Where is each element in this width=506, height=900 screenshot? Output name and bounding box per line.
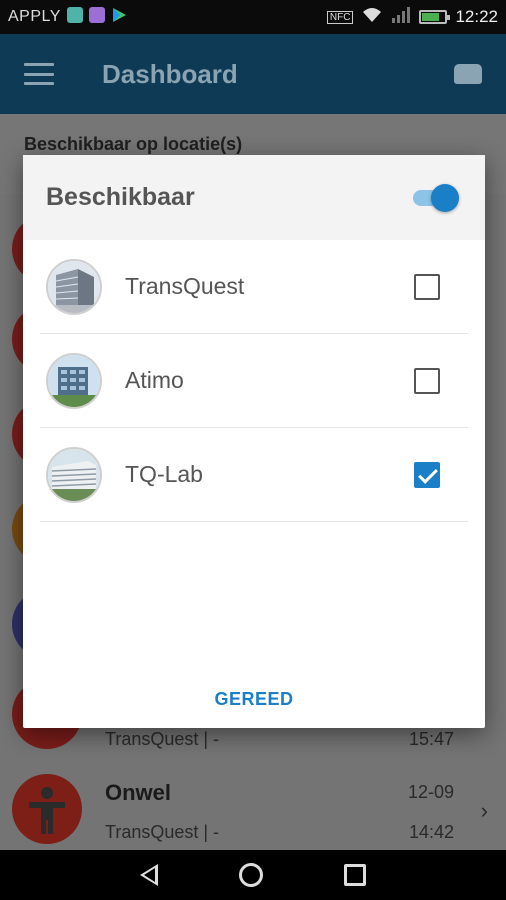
clock: 12:22 <box>455 7 498 26</box>
status-bar: APPLY NFC 12:22 <box>0 0 506 34</box>
list-item-time: 15:47 <box>408 729 454 749</box>
app-bar: Dashboard <box>0 34 506 114</box>
location-checkbox-tq-lab[interactable] <box>414 461 440 488</box>
play-store-icon <box>111 7 127 28</box>
carrier-label: APPLY <box>8 8 61 25</box>
signal-icon <box>391 6 411 28</box>
wifi-icon <box>361 6 383 29</box>
dialog-title: Beschikbaar <box>46 183 195 211</box>
app-icon-teal <box>66 6 83 23</box>
location-checkbox-transquest[interactable] <box>414 273 440 300</box>
building-icon <box>46 446 102 503</box>
system-nav-bar <box>0 850 506 900</box>
building-icon <box>46 352 102 409</box>
list-item[interactable]: TransQuest | - 15:47 <box>0 724 506 764</box>
availability-toggle[interactable] <box>413 183 459 212</box>
location-item-tq-lab[interactable]: TQ-Lab <box>40 428 468 522</box>
toggle-thumb <box>431 183 459 212</box>
location-checkbox-atimo[interactable] <box>414 367 440 394</box>
location-name: Atimo <box>125 367 184 393</box>
availability-header-label: Beschikbaar op locatie(s) <box>24 134 243 154</box>
page-title: Dashboard <box>102 58 238 89</box>
home-icon[interactable] <box>238 863 263 887</box>
car-icon[interactable] <box>454 64 482 84</box>
list-item-subtitle: TransQuest | - <box>105 729 220 749</box>
chevron-right-icon: › <box>480 798 488 823</box>
availability-dialog: Beschikbaar TransQuest Atimo TQ-Lab GERE… <box>23 155 485 728</box>
nfc-icon: NFC <box>326 10 354 24</box>
list-item-subtitle: TransQuest | - <box>105 822 220 842</box>
location-item-transquest[interactable]: TransQuest <box>40 240 468 334</box>
list-item-title: Onwel <box>105 780 172 805</box>
list-item-date: 12-09 <box>407 782 454 802</box>
building-icon <box>46 258 102 315</box>
back-icon[interactable] <box>140 864 159 886</box>
location-name: TransQuest <box>125 273 245 299</box>
hamburger-icon[interactable] <box>24 63 54 85</box>
location-name: TQ-Lab <box>125 461 203 487</box>
app-icon-purple <box>88 6 105 23</box>
location-item-atimo[interactable]: Atimo <box>40 334 468 428</box>
done-button[interactable]: GEREED <box>23 689 485 710</box>
notification-icons <box>66 6 127 28</box>
dialog-header: Beschikbaar <box>23 155 485 240</box>
battery-icon <box>419 10 451 24</box>
list-item-time: 14:42 <box>408 822 454 842</box>
status-right: NFC 12:22 <box>326 6 498 29</box>
battery-level <box>422 13 440 21</box>
recent-apps-icon[interactable] <box>343 864 366 886</box>
list-item[interactable]: Onwel 12-09 › TransQuest | - 14:42 <box>0 774 506 850</box>
